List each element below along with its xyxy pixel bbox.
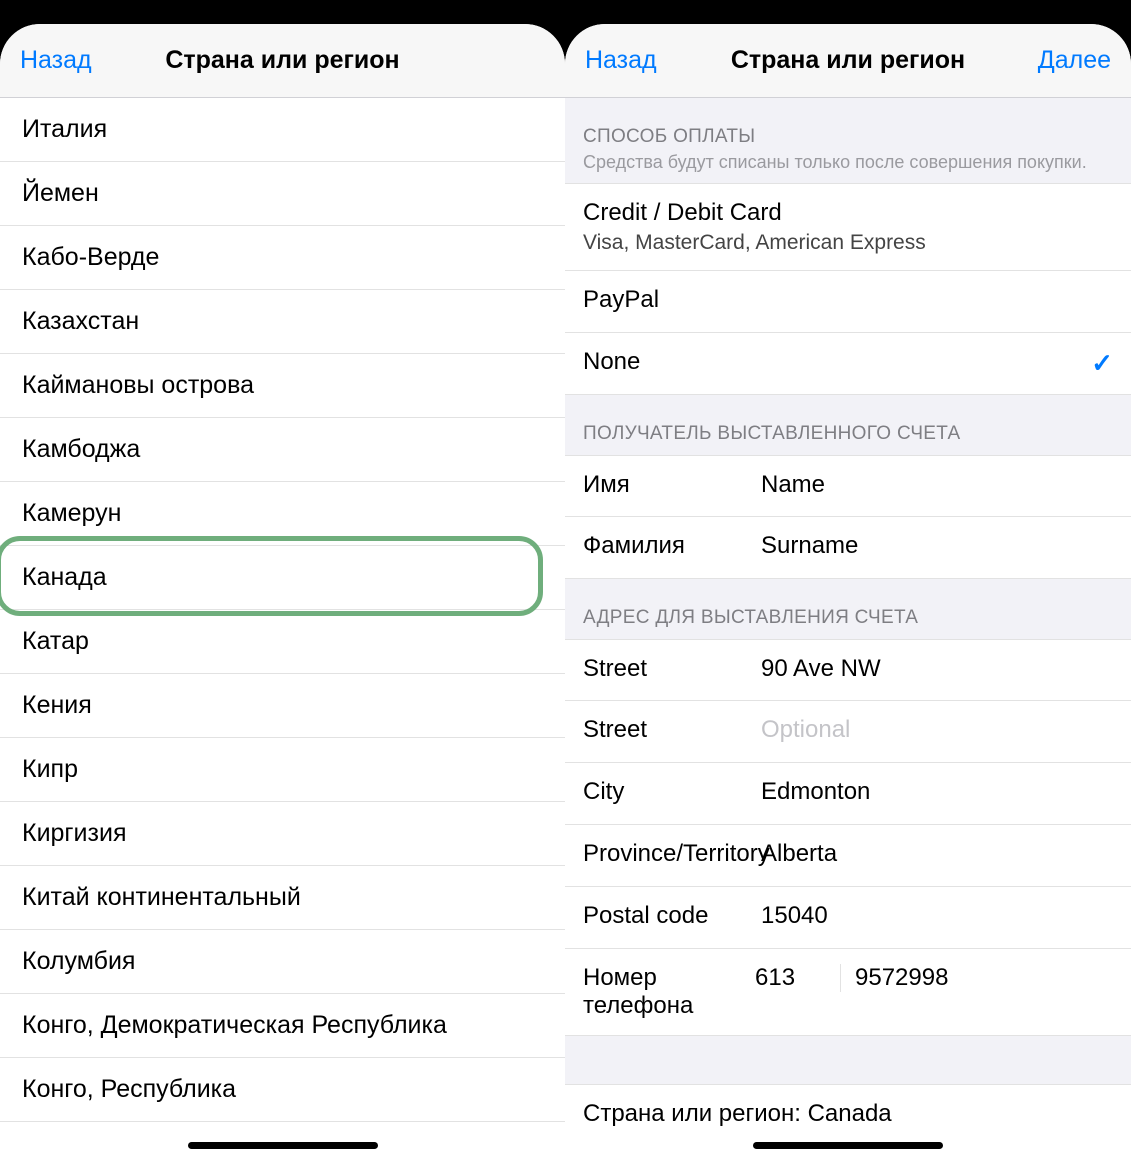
payment-form-screen: Назад Страна или регион Далее СПОСОБ ОПЛ…: [565, 24, 1131, 1157]
phone-label: Номер телефона: [583, 964, 755, 1020]
country-item[interactable]: Италия: [0, 98, 565, 162]
field-value[interactable]: Optional: [761, 716, 1113, 744]
next-button[interactable]: Далее: [1038, 46, 1111, 75]
home-indicator[interactable]: [188, 1142, 378, 1149]
address-field-row[interactable]: StreetOptional: [565, 701, 1131, 763]
field-label: Имя: [583, 471, 761, 499]
country-item[interactable]: Кабо-Верде: [0, 226, 565, 290]
name-field-row[interactable]: ФамилияSurname: [565, 517, 1131, 579]
phone-value[interactable]: 613 9572998: [755, 964, 1113, 992]
nav-bar: Назад Страна или регион: [0, 24, 565, 98]
payment-option-sub: Visa, MasterCard, American Express: [583, 231, 926, 255]
billing-name-header: ПОЛУЧАТЕЛЬ ВЫСТАВЛЕННОГО СЧЕТА: [565, 395, 1131, 455]
field-value[interactable]: Surname: [761, 532, 1113, 560]
country-item[interactable]: Конго, Демократическая Республика: [0, 994, 565, 1058]
country-item[interactable]: Камерун: [0, 482, 565, 546]
field-value[interactable]: Name: [761, 471, 1113, 499]
address-field-row[interactable]: Street90 Ave NW: [565, 639, 1131, 701]
country-list-screen: Назад Страна или регион ИталияЙеменКабо-…: [0, 24, 565, 1157]
check-icon: ✓: [1091, 348, 1113, 379]
country-item[interactable]: Китай континентальный: [0, 866, 565, 930]
country-item[interactable]: Катар: [0, 610, 565, 674]
payment-option[interactable]: None ✓: [565, 333, 1131, 395]
payment-option-label: None: [583, 348, 640, 376]
payment-option[interactable]: Credit / Debit Card Visa, MasterCard, Ame…: [565, 183, 1131, 271]
phone-row[interactable]: Номер телефона 613 9572998: [565, 949, 1131, 1036]
field-label: Фамилия: [583, 532, 761, 560]
payment-option-label: Credit / Debit Card: [583, 199, 782, 227]
country-item[interactable]: Конго, Республика: [0, 1058, 565, 1122]
field-label: Street: [583, 655, 761, 683]
field-value[interactable]: Alberta: [761, 840, 1113, 868]
payment-section-subtitle: Средства будут списаны только после сове…: [583, 152, 1113, 173]
back-button[interactable]: Назад: [20, 46, 92, 75]
country-summary-row[interactable]: Страна или регион: Canada: [565, 1084, 1131, 1128]
country-item[interactable]: Казахстан: [0, 290, 565, 354]
field-label: Province/Territory: [583, 840, 761, 868]
phone-number[interactable]: 9572998: [841, 964, 948, 992]
nav-bar: Назад Страна или регион Далее: [565, 24, 1131, 98]
country-list[interactable]: ИталияЙеменКабо-ВердеКазахстанКаймановы …: [0, 98, 565, 1122]
payment-option[interactable]: PayPal: [565, 271, 1131, 333]
phone-code[interactable]: 613: [755, 964, 841, 992]
country-item[interactable]: Кипр: [0, 738, 565, 802]
country-item[interactable]: Колумбия: [0, 930, 565, 994]
home-indicator[interactable]: [753, 1142, 943, 1149]
back-button[interactable]: Назад: [585, 46, 657, 75]
name-field-row[interactable]: ИмяName: [565, 455, 1131, 517]
field-label: Postal code: [583, 902, 761, 930]
address-field-row[interactable]: Province/TerritoryAlberta: [565, 825, 1131, 887]
field-value[interactable]: Edmonton: [761, 778, 1113, 806]
billing-address-header: АДРЕС ДЛЯ ВЫСТАВЛЕНИЯ СЧЕТА: [565, 579, 1131, 639]
payment-section-header: СПОСОБ ОПЛАТЫ Средства будут списаны тол…: [565, 98, 1131, 183]
country-item[interactable]: Канада: [0, 546, 565, 610]
field-label: Street: [583, 716, 761, 744]
country-item[interactable]: Камбоджа: [0, 418, 565, 482]
country-item[interactable]: Йемен: [0, 162, 565, 226]
payment-section-title: СПОСОБ ОПЛАТЫ: [583, 126, 1113, 148]
section-gap: [565, 1036, 1131, 1084]
country-item[interactable]: Киргизия: [0, 802, 565, 866]
address-field-row[interactable]: CityEdmonton: [565, 763, 1131, 825]
country-item[interactable]: Кения: [0, 674, 565, 738]
country-item[interactable]: Каймановы острова: [0, 354, 565, 418]
payment-option-label: PayPal: [583, 286, 659, 314]
field-value[interactable]: 15040: [761, 902, 1113, 930]
address-field-row[interactable]: Postal code15040: [565, 887, 1131, 949]
field-value[interactable]: 90 Ave NW: [761, 655, 1113, 683]
field-label: City: [583, 778, 761, 806]
